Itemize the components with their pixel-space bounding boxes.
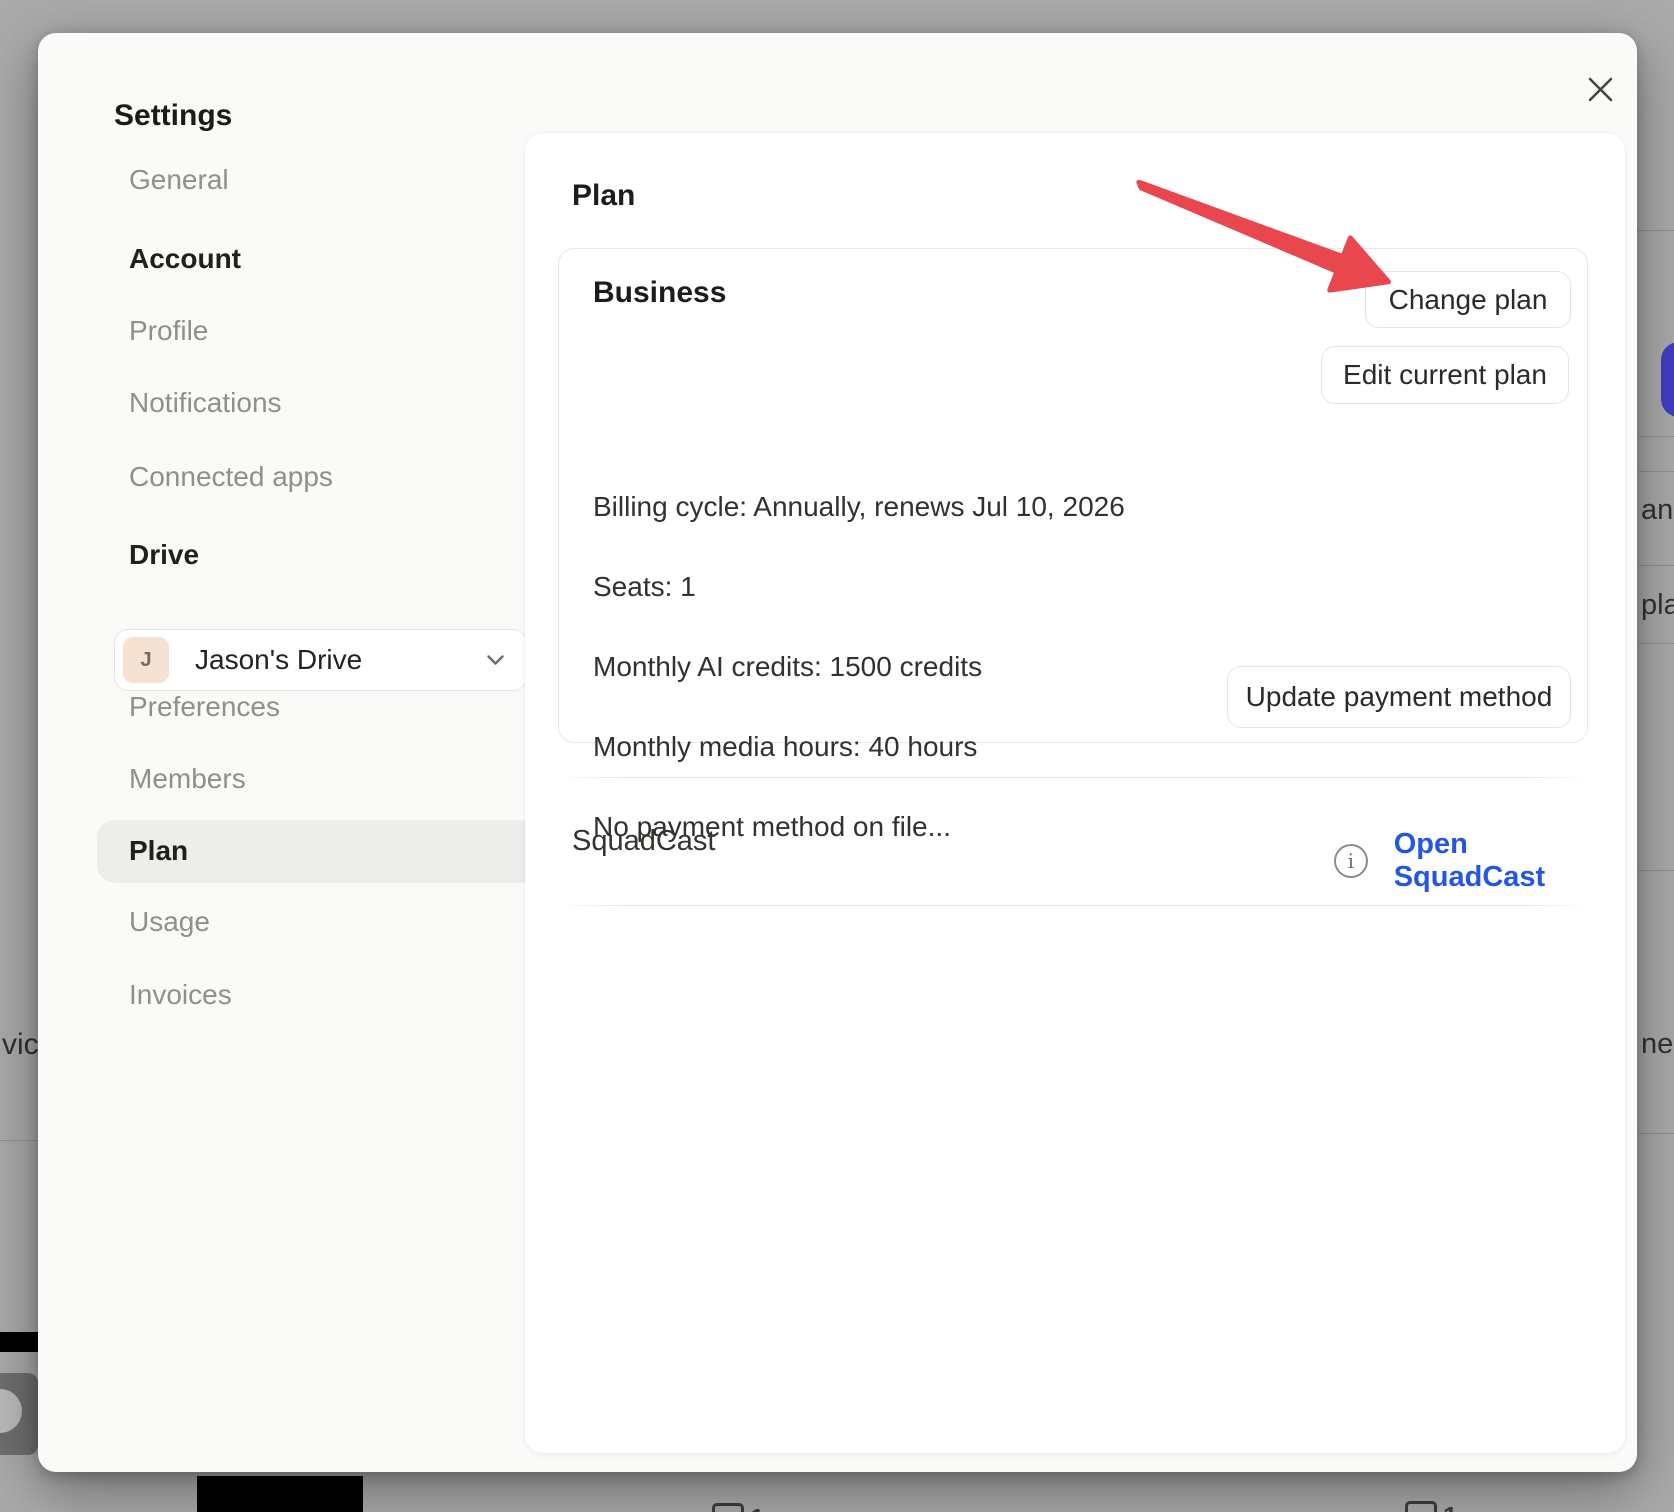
sidebar-item-plan-label: Plan [129, 835, 188, 867]
open-squadcast-link[interactable]: Open SquadCast [1394, 828, 1625, 894]
page-title: Plan [572, 179, 635, 213]
info-icon[interactable]: i [1334, 844, 1368, 878]
divider [558, 777, 1590, 778]
camera-icon [712, 1503, 744, 1512]
bg-text-left: vic [2, 1028, 39, 1062]
sidebar-item-connected-apps[interactable]: Connected apps [91, 461, 501, 493]
bg-divider [1637, 230, 1674, 231]
bg-avatar-circle [0, 1389, 22, 1433]
seats-text: Seats: 1 [593, 571, 696, 603]
bg-text-right-1: ansl [1641, 494, 1674, 527]
update-payment-method-button[interactable]: Update payment method [1227, 666, 1571, 728]
sidebar-item-usage[interactable]: Usage [91, 906, 501, 938]
sidebar-item-notifications[interactable]: Notifications [91, 387, 501, 419]
chevron-down-icon [487, 655, 504, 666]
bg-video-strip [197, 1476, 363, 1512]
plan-panel: Plan Business Change plan Billing cycle:… [525, 133, 1625, 1453]
bg-text-right-2: pla [1641, 589, 1674, 622]
change-plan-button[interactable]: Change plan [1365, 271, 1571, 328]
current-plan-card: Business Change plan Billing cycle: Annu… [558, 248, 1588, 743]
bg-divider [1639, 436, 1674, 437]
bg-divider [0, 1140, 38, 1141]
bg-divider [1639, 643, 1674, 644]
sidebar-item-general[interactable]: General [91, 164, 501, 196]
drive-avatar: J [123, 637, 169, 683]
drive-selector[interactable]: J Jason's Drive [114, 629, 527, 691]
close-icon [1587, 76, 1614, 103]
sidebar-item-preferences[interactable]: Preferences [91, 691, 501, 723]
bg-primary-button [1661, 342, 1674, 417]
sidebar-section-account: Account [129, 243, 241, 275]
bg-divider [1639, 471, 1674, 472]
sidebar-item-members[interactable]: Members [91, 763, 501, 795]
bg-divider [1639, 870, 1674, 871]
plan-name: Business [593, 276, 726, 310]
modal-title: Settings [114, 99, 232, 133]
camera-count-badge: 1 [1405, 1501, 1457, 1512]
media-hours-text: Monthly media hours: 40 hours [593, 731, 977, 763]
bg-video-thumbnail [0, 1373, 38, 1455]
squadcast-label: SquadCast [572, 825, 716, 858]
billing-cycle-text: Billing cycle: Annually, renews Jul 10, … [593, 491, 1125, 523]
bg-divider [1639, 565, 1674, 566]
divider [558, 905, 1590, 906]
bg-text-right-3: nee [1641, 1028, 1674, 1061]
sidebar-section-drive: Drive [129, 539, 199, 571]
sidebar-item-profile[interactable]: Profile [91, 315, 501, 347]
bg-divider [1639, 1133, 1674, 1134]
camera-icon [1405, 1501, 1437, 1512]
ai-credits-text: Monthly AI credits: 1500 credits [593, 651, 982, 683]
bg-video-bar [0, 1332, 38, 1352]
settings-modal: Settings General Account Profile Notific… [38, 33, 1637, 1472]
camera-count-badge: 1 [712, 1503, 764, 1512]
sidebar-item-invoices[interactable]: Invoices [91, 979, 501, 1011]
screen: vic ansl pla nee 1 1 Settings General Ac… [0, 0, 1674, 1512]
drive-selector-label: Jason's Drive [195, 644, 362, 676]
edit-current-plan-button[interactable]: Edit current plan [1321, 346, 1569, 404]
sidebar-item-plan[interactable]: Plan [97, 820, 542, 883]
close-button[interactable] [1572, 61, 1628, 117]
